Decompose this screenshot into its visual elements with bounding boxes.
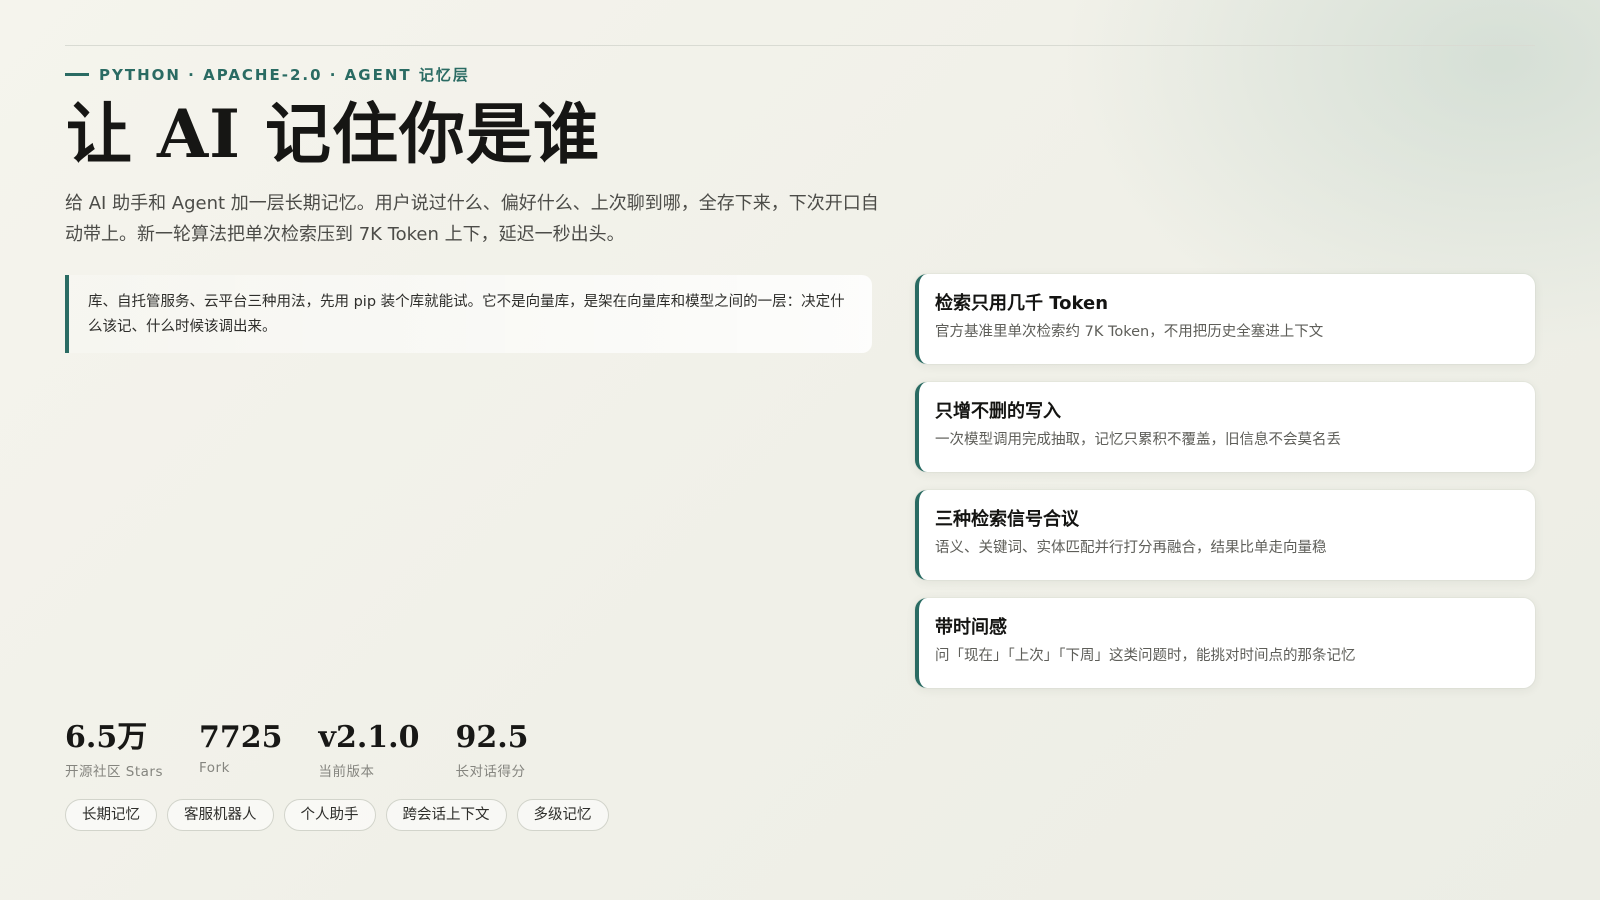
feature-title: 三种检索信号合议 bbox=[935, 509, 1079, 530]
stats-row: 6.5万 开源社区 Stars 7725 Fork v2.1.0 当前版本 92… bbox=[65, 718, 529, 780]
stat-score: 92.5 长对话得分 bbox=[455, 718, 528, 780]
tag-chip[interactable]: 长期记忆 bbox=[65, 799, 157, 831]
feature-card: 检索只用几千 Token 官方基准里单次检索约 7K Token，不用把历史全塞… bbox=[915, 274, 1535, 364]
feature-card: 三种检索信号合议 语义、关键词、实体匹配并行打分再融合，结果比单走向量稳 bbox=[915, 490, 1535, 580]
feature-card: 只增不删的写入 一次模型调用完成抽取，记忆只累积不覆盖，旧信息不会莫名丢 bbox=[915, 382, 1535, 472]
page-title: 让 AI 记住你是谁 bbox=[66, 95, 601, 173]
feature-description: 官方基准里单次检索约 7K Token，不用把历史全塞进上下文 bbox=[935, 324, 1324, 340]
stat-label: 长对话得分 bbox=[455, 764, 526, 780]
stat-forks: 7725 Fork bbox=[199, 718, 283, 780]
eyebrow: PYTHON · APACHE-2.0 · AGENT 记忆层 bbox=[65, 63, 470, 85]
stat-stars: 6.5万 开源社区 Stars bbox=[65, 718, 163, 780]
stat-version: v2.1.0 当前版本 bbox=[319, 718, 420, 780]
eyebrow-dash bbox=[65, 72, 89, 76]
stat-label: Fork bbox=[199, 760, 230, 776]
feature-list: 检索只用几千 Token 官方基准里单次检索约 7K Token，不用把历史全塞… bbox=[915, 274, 1535, 706]
feature-title: 只增不删的写入 bbox=[935, 401, 1061, 422]
callout-quote-text: 库、自托管服务、云平台三种用法，先用 pip 装个库就能试。它不是向量库，是架在… bbox=[88, 294, 845, 335]
stat-value: 7725 bbox=[199, 720, 283, 755]
eyebrow-text: PYTHON · APACHE-2.0 · AGENT 记忆层 bbox=[99, 65, 470, 84]
tag-chip[interactable]: 多级记忆 bbox=[516, 799, 609, 831]
tag-chip[interactable]: 个人助手 bbox=[283, 799, 376, 831]
tag-list: 长期记忆 客服机器人 个人助手 跨会话上下文 多级记忆 bbox=[65, 799, 609, 831]
feature-description: 一次模型调用完成抽取，记忆只累积不覆盖，旧信息不会莫名丢 bbox=[935, 432, 1341, 448]
feature-description: 问「现在」「上次」「下周」这类问题时，能挑对时间点的那条记忆 bbox=[935, 648, 1356, 664]
tag-chip[interactable]: 客服机器人 bbox=[167, 799, 274, 831]
feature-title: 检索只用几千 Token bbox=[935, 293, 1109, 314]
lead-paragraph: 给 AI 助手和 Agent 加一层长期记忆。用户说过什么、偏好什么、上次聊到哪… bbox=[65, 193, 879, 245]
stat-label: 当前版本 bbox=[318, 764, 375, 780]
tag-chip[interactable]: 跨会话上下文 bbox=[385, 799, 507, 831]
stat-value: v2.1.0 bbox=[318, 720, 420, 755]
top-divider bbox=[65, 45, 1535, 46]
stat-label: 开源社区 Stars bbox=[65, 764, 164, 780]
feature-title: 带时间感 bbox=[935, 617, 1007, 638]
feature-card: 带时间感 问「现在」「上次」「下周」这类问题时，能挑对时间点的那条记忆 bbox=[915, 598, 1535, 688]
feature-description: 语义、关键词、实体匹配并行打分再融合，结果比单走向量稳 bbox=[935, 540, 1327, 556]
stat-value: 92.5 bbox=[455, 720, 529, 755]
callout-quote: 库、自托管服务、云平台三种用法，先用 pip 装个库就能试。它不是向量库，是架在… bbox=[65, 275, 872, 353]
stat-value: 6.5万 bbox=[65, 720, 148, 755]
